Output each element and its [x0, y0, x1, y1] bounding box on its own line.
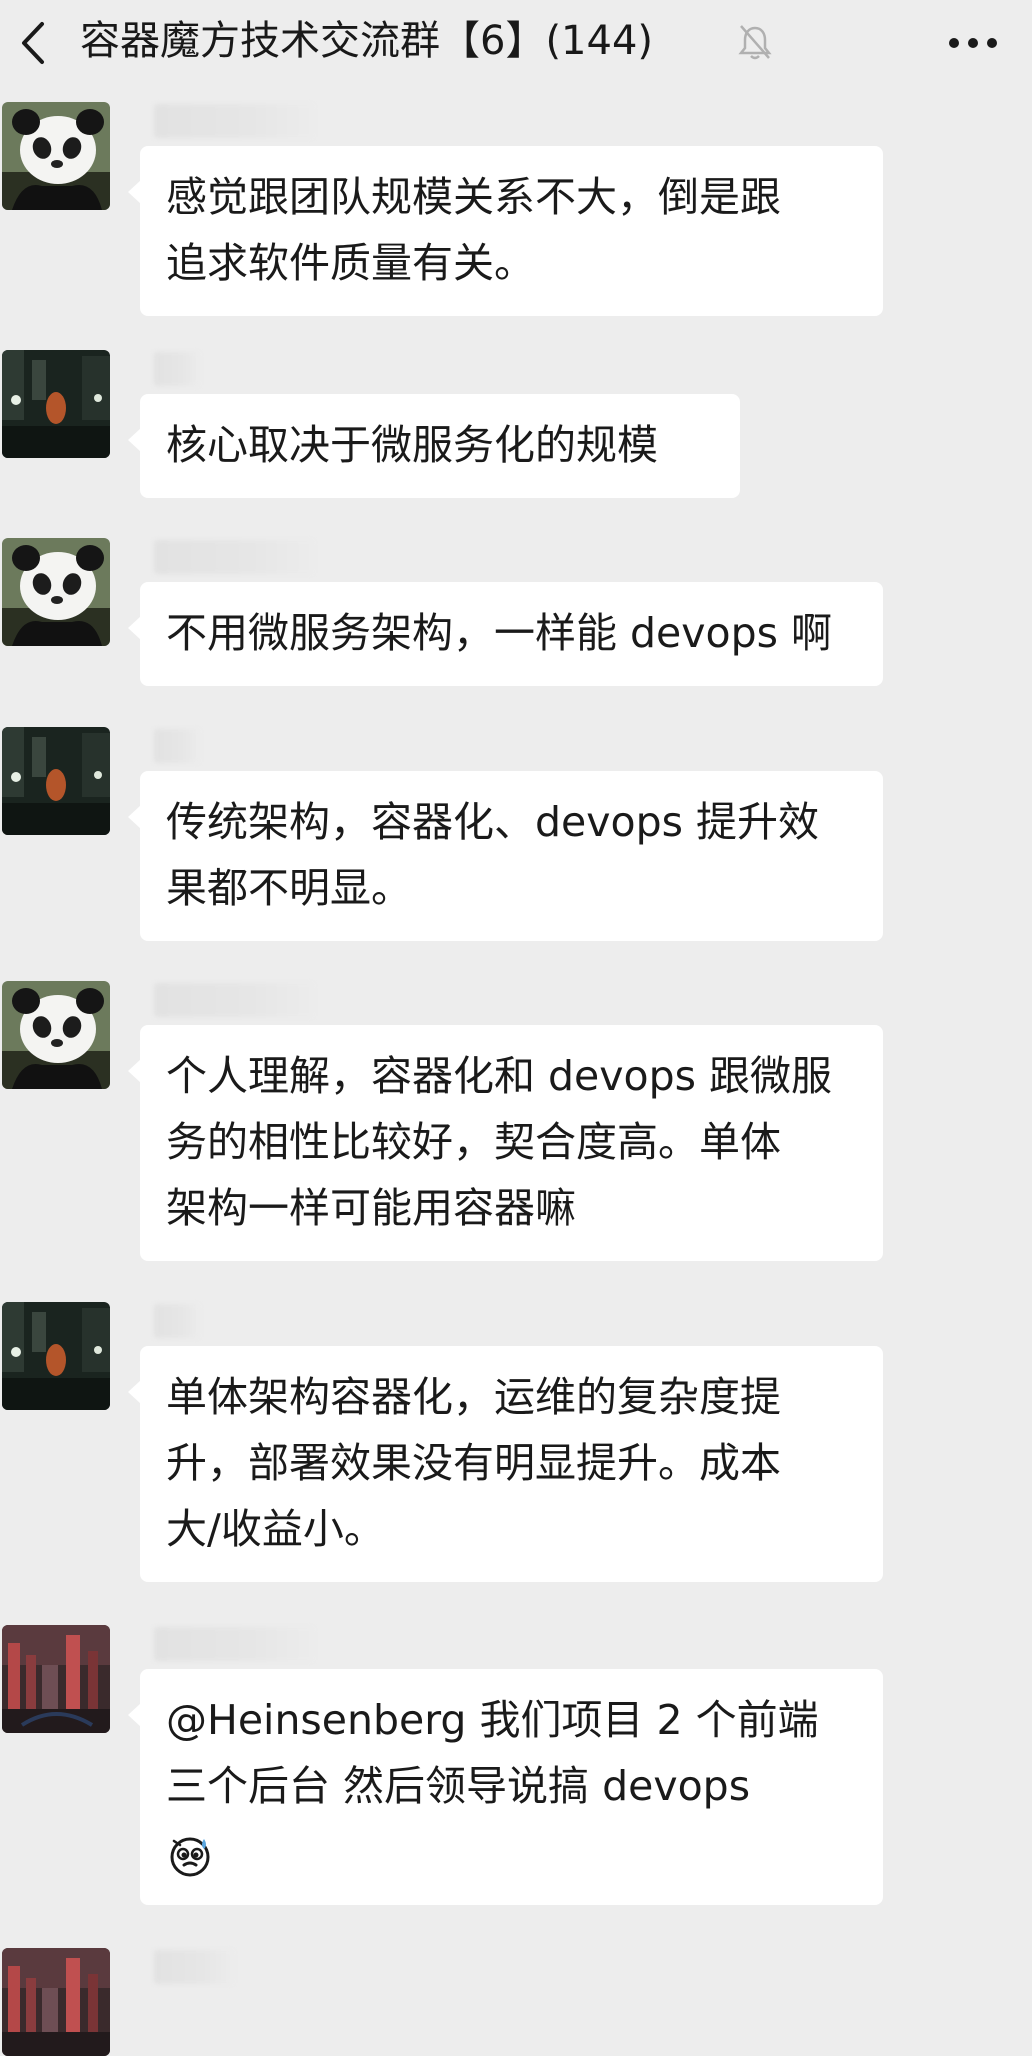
message-text-line: 大/收益小。 — [166, 1505, 385, 1553]
message-text-line: 三个后台 然后领导说搞 devops — [166, 1762, 751, 1810]
message-text-line: 果都不明显。 — [166, 864, 412, 912]
sender-name-blurred — [154, 104, 314, 138]
message-text-line: 追求软件质量有关。 — [166, 239, 535, 287]
red-city-avatar[interactable] — [2, 1625, 110, 1733]
panda-avatar[interactable] — [2, 981, 110, 1089]
message-text-line: @Heinsenberg 我们项目 2 个前端 — [166, 1696, 819, 1744]
message-text-line: 务的相性比较好，契合度高。单体 — [166, 1118, 781, 1166]
message-bubble[interactable]: 个人理解，容器化和 devops 跟微服 务的相性比较好，契合度高。单体 架构一… — [128, 1025, 883, 1261]
panda-avatar[interactable] — [2, 102, 110, 210]
message-text-line: 单体架构容器化，运维的复杂度提 — [166, 1373, 781, 1421]
night-city-avatar[interactable] — [2, 350, 110, 458]
message-emoji-line — [166, 1819, 855, 1885]
sender-name-blurred — [154, 1304, 200, 1338]
message-text-line: 核心取决于微服务化的规模 — [166, 421, 658, 469]
message-bubble[interactable]: 单体架构容器化，运维的复杂度提 升，部署效果没有明显提升。成本 大/收益小。 — [128, 1346, 883, 1582]
chevron-left-icon[interactable] — [14, 18, 54, 68]
panda-avatar[interactable] — [2, 538, 110, 646]
message-text-line: 架构一样可能用容器嘛 — [166, 1184, 576, 1232]
message-text-line: 传统架构，容器化、devops 提升效 — [166, 798, 820, 846]
message-bubble[interactable]: 不用微服务架构，一样能 devops 啊 — [128, 582, 883, 686]
message-bubble[interactable]: 感觉跟团队规模关系不大，倒是跟 追求软件质量有关。 — [128, 146, 883, 316]
message-text-line: 升，部署效果没有明显提升。成本 — [166, 1439, 781, 1487]
sweat-face-emoji-icon — [170, 1837, 210, 1877]
more-horizontal-icon[interactable] — [948, 36, 998, 50]
chat-title: 容器魔方技术交流群【6】(144) — [80, 18, 654, 64]
chat-header: 容器魔方技术交流群【6】(144) — [0, 0, 1032, 88]
message-bubble[interactable]: 传统架构，容器化、devops 提升效 果都不明显。 — [128, 771, 883, 941]
message-text-line: 感觉跟团队规模关系不大，倒是跟 — [166, 173, 781, 221]
night-city-avatar[interactable] — [2, 1302, 110, 1410]
red-city-avatar[interactable] — [2, 1948, 110, 2056]
message-text-line: 不用微服务架构，一样能 devops 啊 — [166, 609, 833, 657]
night-city-avatar[interactable] — [2, 727, 110, 835]
message-bubble[interactable]: @Heinsenberg 我们项目 2 个前端 三个后台 然后领导说搞 devo… — [128, 1669, 883, 1905]
bell-muted-icon — [738, 25, 772, 60]
sender-name-blurred — [154, 983, 314, 1017]
message-text-line: 个人理解，容器化和 devops 跟微服 — [166, 1052, 833, 1100]
message-bubble[interactable]: 核心取决于微服务化的规模 — [128, 394, 740, 498]
sender-name-blurred — [154, 352, 200, 386]
sender-name-blurred — [154, 540, 314, 574]
sender-name-blurred — [154, 1627, 314, 1661]
sender-name-blurred — [154, 729, 200, 763]
sender-name-blurred — [154, 1950, 234, 1984]
